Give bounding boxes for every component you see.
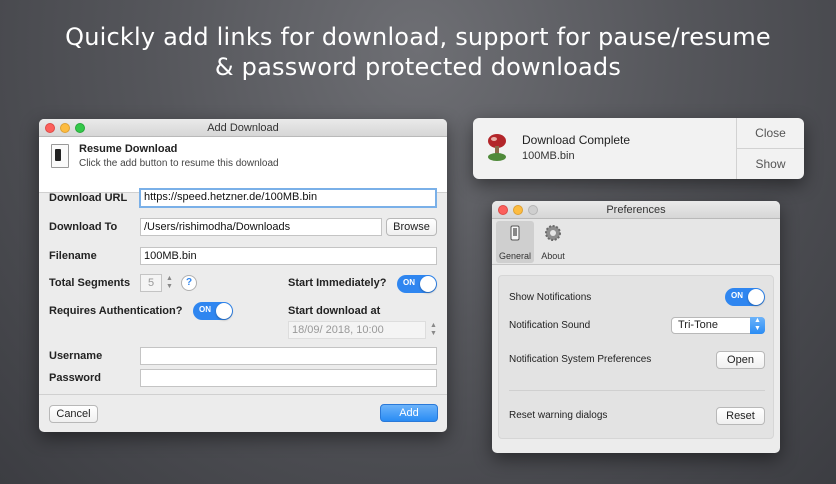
phone-icon: [510, 225, 520, 241]
gear-icon: [545, 225, 561, 241]
download-to-label: Download To: [49, 221, 118, 233]
download-url-label: Download URL: [49, 192, 128, 204]
password-input[interactable]: [140, 369, 437, 387]
filename-label: Filename: [49, 250, 97, 262]
tab-about[interactable]: About: [534, 221, 572, 263]
segments-stepper[interactable]: ▲ ▼: [165, 275, 174, 291]
chevron-updown-icon: ▲ ▼: [750, 317, 765, 334]
toggle-on-text: ON: [403, 278, 415, 287]
password-label: Password: [49, 372, 101, 384]
window-controls: [45, 123, 85, 133]
cancel-button[interactable]: Cancel: [49, 405, 98, 423]
reset-warning-label: Reset warning dialogs: [509, 410, 608, 421]
download-complete-notification[interactable]: Download Complete 100MB.bin Close Show: [473, 118, 804, 179]
headline-line-1: Quickly add links for download, support …: [65, 23, 771, 51]
minimize-window-button[interactable]: [60, 123, 70, 133]
close-window-button[interactable]: [498, 205, 508, 215]
total-segments-label: Total Segments: [49, 277, 131, 289]
help-button[interactable]: ?: [181, 275, 197, 291]
window-title: Preferences: [606, 204, 666, 216]
system-preferences-label: Notification System Preferences: [509, 354, 652, 365]
toggle-knob: [748, 289, 764, 305]
notification-title: Download Complete: [522, 133, 631, 147]
add-download-window: Add Download Resume Download Click the a…: [39, 119, 447, 432]
show-notifications-toggle[interactable]: ON: [725, 288, 765, 306]
toggle-knob: [216, 303, 232, 319]
download-url-input[interactable]: https://speed.hetzner.de/100MB.bin: [139, 188, 437, 208]
notification-actions: Close Show: [736, 118, 804, 179]
username-input[interactable]: [140, 347, 437, 365]
headline: Quickly add links for download, support …: [0, 22, 836, 82]
window-title: Add Download: [207, 122, 279, 134]
notification-close-button[interactable]: Close: [737, 118, 804, 148]
toggle-on-text: ON: [731, 291, 743, 300]
preferences-toolbar: General About: [492, 219, 780, 265]
notification-show-button[interactable]: Show: [737, 148, 804, 178]
total-segments-input[interactable]: 5: [140, 274, 162, 292]
document-icon: [51, 144, 69, 168]
preferences-window: Preferences General About Show Notificat…: [492, 201, 780, 453]
window-controls: [498, 205, 538, 215]
tab-general[interactable]: General: [496, 221, 534, 263]
toggle-on-text: ON: [199, 305, 211, 314]
close-window-button[interactable]: [45, 123, 55, 133]
notification-sound-label: Notification Sound: [509, 320, 591, 331]
date-stepper[interactable]: ▲ ▼: [429, 322, 438, 338]
panel-divider: [509, 390, 765, 391]
requires-auth-label: Requires Authentication?: [49, 305, 183, 317]
notification-sound-value: Tri-Tone: [678, 319, 718, 331]
resume-title: Resume Download: [79, 143, 178, 155]
tab-about-label: About: [541, 251, 565, 261]
download-to-input[interactable]: /Users/rishimodha/Downloads: [140, 218, 382, 236]
general-settings-panel: Show Notifications ON Notification Sound…: [498, 275, 774, 439]
requires-auth-toggle[interactable]: ON: [193, 302, 233, 320]
start-download-at-label: Start download at: [288, 305, 381, 317]
toggle-knob: [420, 276, 436, 292]
start-immediately-toggle[interactable]: ON: [397, 275, 437, 293]
start-date-picker[interactable]: 18/09/ 2018, 10:00: [288, 321, 426, 339]
browse-button[interactable]: Browse: [386, 218, 437, 236]
open-button[interactable]: Open: [716, 351, 765, 369]
headline-line-2: & password protected downloads: [214, 53, 622, 81]
zoom-window-button[interactable]: [528, 205, 538, 215]
reset-button[interactable]: Reset: [716, 407, 765, 425]
filename-input[interactable]: 100MB.bin: [140, 247, 437, 265]
add-button[interactable]: Add: [380, 404, 438, 422]
download-app-icon: [488, 134, 506, 161]
resume-header: Resume Download Click the add button to …: [39, 137, 447, 193]
notification-sound-select[interactable]: Tri-Tone ▲ ▼: [671, 317, 765, 334]
add-download-titlebar: Add Download: [39, 119, 447, 137]
footer-divider: [39, 394, 447, 395]
tab-general-label: General: [498, 251, 532, 261]
notification-subtitle: 100MB.bin: [522, 150, 575, 162]
start-immediately-label: Start Immediately?: [288, 277, 387, 289]
resume-subtitle: Click the add button to resume this down…: [79, 158, 279, 169]
zoom-window-button[interactable]: [75, 123, 85, 133]
preferences-titlebar: Preferences: [492, 201, 780, 219]
show-notifications-label: Show Notifications: [509, 292, 592, 303]
username-label: Username: [49, 350, 103, 362]
minimize-window-button[interactable]: [513, 205, 523, 215]
